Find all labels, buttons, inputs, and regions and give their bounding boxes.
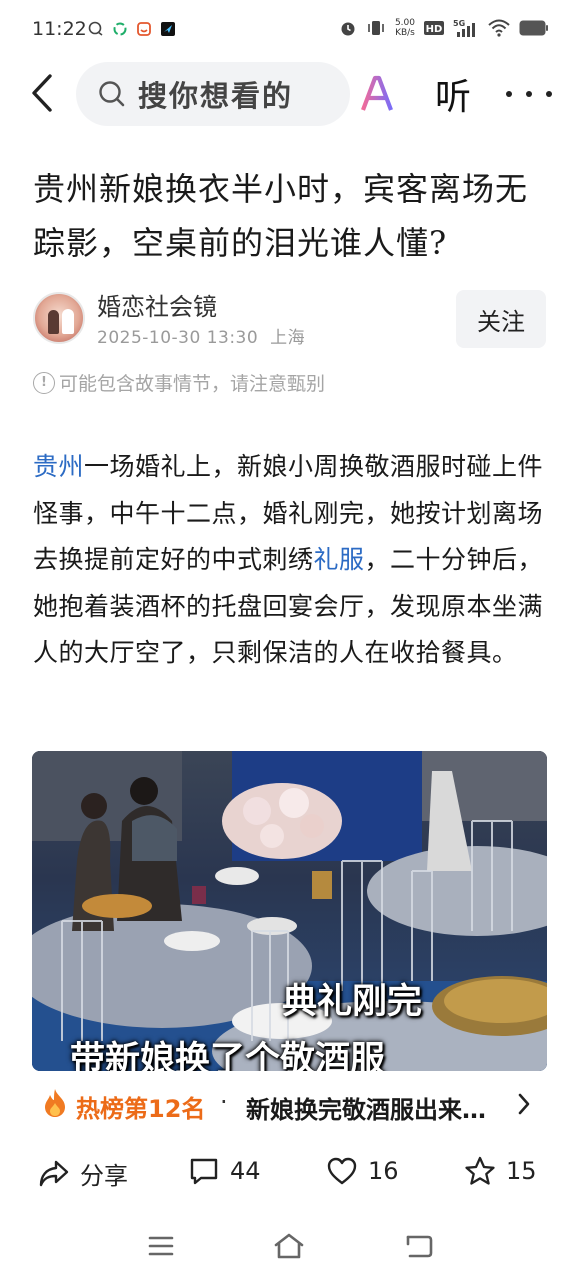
flame-icon xyxy=(45,1089,65,1117)
app-icon xyxy=(136,21,152,37)
back-button[interactable] xyxy=(22,70,62,116)
status-bar: 11:22 5.00 KB/s HD 5G xyxy=(0,0,579,60)
more-icon-dot xyxy=(546,91,552,97)
comment-button[interactable]: 44 xyxy=(188,1156,261,1186)
svg-text:5G: 5G xyxy=(453,19,465,28)
like-count: 16 xyxy=(368,1157,399,1185)
chevron-right-icon xyxy=(518,1093,530,1115)
publish-date: 2025-10-30 13:30 xyxy=(97,328,259,348)
author-meta: 2025-10-30 13:30 上海 xyxy=(97,323,305,348)
notice-text: 可能包含故事情节，请注意甄别 xyxy=(59,373,326,395)
share-button[interactable]: 分享 xyxy=(38,1156,128,1191)
wifi-icon xyxy=(488,19,510,37)
search-input[interactable]: 搜你想看的 xyxy=(76,62,350,126)
image-caption-bottom: 带新娘换了个敬酒服 xyxy=(70,1040,386,1071)
article-title: 贵州新娘换衣半小时，宾客离场无踪影，空桌前的泪光谁人懂? xyxy=(33,170,529,262)
return-icon[interactable] xyxy=(404,1232,434,1260)
author-name[interactable]: 婚恋社会镜 xyxy=(97,287,217,322)
publish-location: 上海 xyxy=(270,328,306,348)
favorite-button[interactable]: 15 xyxy=(464,1156,537,1186)
star-icon xyxy=(465,1156,495,1185)
status-right-icons: 5.00 KB/s HD 5G xyxy=(339,18,549,38)
ai-button[interactable] xyxy=(360,70,406,118)
heart-icon xyxy=(327,1157,357,1185)
chat-bubble-icon xyxy=(88,21,104,37)
comment-count: 44 xyxy=(230,1157,261,1185)
hot-headline: 新娘换完敬酒服出来… xyxy=(246,1096,486,1124)
article-body: 贵州一场婚礼上，新娘小周换敬酒服时碰上件怪事，中午十二点，婚礼刚完，她按计划离场… xyxy=(33,444,548,677)
more-icon-dot xyxy=(526,91,532,97)
info-icon: ! xyxy=(33,371,55,394)
signal-icon: 5G xyxy=(453,18,479,38)
article-page: 11:22 5.00 KB/s HD 5G 搜你想看的 听 贵州新娘换衣半小时，… xyxy=(0,0,579,1280)
avatar-figure xyxy=(48,310,59,334)
ai-icon xyxy=(361,75,402,111)
article-image[interactable]: 典礼刚完 带新娘换了个敬酒服 xyxy=(32,751,547,1071)
image-caption-top: 典礼刚完 xyxy=(282,982,423,1022)
favorite-count: 15 xyxy=(506,1157,537,1185)
back-icon xyxy=(32,74,52,112)
home-icon[interactable] xyxy=(273,1232,305,1260)
vibrate-icon xyxy=(366,19,386,37)
follow-button[interactable]: 关注 xyxy=(456,290,546,348)
hot-separator: · xyxy=(220,1088,228,1116)
story-notice: ! 可能包含故事情节，请注意甄别 xyxy=(33,369,325,396)
topic-link-dress[interactable]: 礼服 xyxy=(314,545,365,574)
author-avatar[interactable] xyxy=(33,292,85,344)
like-button[interactable]: 16 xyxy=(326,1156,399,1186)
action-bar: 分享 44 16 15 xyxy=(0,1148,579,1202)
net-speed: 5.00 KB/s xyxy=(394,18,415,38)
share-icon xyxy=(39,1160,69,1186)
search-placeholder: 搜你想看的 xyxy=(138,79,294,113)
comment-icon xyxy=(190,1158,218,1185)
recycle-icon xyxy=(112,21,128,37)
more-button[interactable] xyxy=(506,74,552,114)
share-label: 分享 xyxy=(80,1162,128,1190)
menu-icon[interactable] xyxy=(147,1232,175,1260)
listen-button[interactable]: 听 xyxy=(435,70,479,118)
hot-list-bar[interactable]: 热榜第12名 · 新娘换完敬酒服出来… xyxy=(0,1072,579,1136)
top-nav: 搜你想看的 听 xyxy=(0,62,579,126)
status-left-icons xyxy=(88,21,176,37)
alarm-icon xyxy=(339,19,357,37)
svg-text:HD: HD xyxy=(426,24,443,35)
system-nav-bar xyxy=(0,1218,579,1278)
status-time: 11:22 xyxy=(32,18,87,40)
avatar-figure xyxy=(62,309,74,334)
search-icon xyxy=(99,81,125,107)
hd-icon: HD xyxy=(424,20,444,36)
battery-icon xyxy=(519,20,549,36)
send-icon xyxy=(160,21,176,37)
more-icon-dot xyxy=(506,91,512,97)
hot-rank: 热榜第12名 xyxy=(76,1095,206,1123)
topic-link-guizhou[interactable]: 贵州 xyxy=(33,452,84,481)
